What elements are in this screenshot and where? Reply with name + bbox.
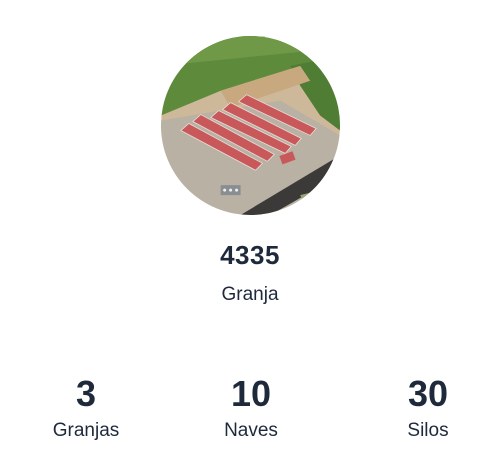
farm-code: 4335 — [220, 240, 280, 270]
farm-type-label: Granja — [221, 284, 279, 305]
stat-silos-value: 30 — [407, 373, 449, 414]
stat-farms-value: 3 — [75, 373, 97, 414]
farm-photo-avatar — [161, 36, 340, 215]
farm-aerial-photo-icon — [161, 36, 340, 215]
stat-barns-label: Naves — [224, 420, 278, 441]
stat-silos: 30 Silos — [358, 372, 498, 443]
stat-silos-label: Silos — [407, 420, 449, 441]
stat-farms: 3 Granjas — [16, 372, 156, 443]
stat-farms-label: Granjas — [52, 420, 120, 441]
stat-barns-value: 10 — [230, 373, 272, 414]
stat-barns: 10 Naves — [181, 372, 321, 443]
